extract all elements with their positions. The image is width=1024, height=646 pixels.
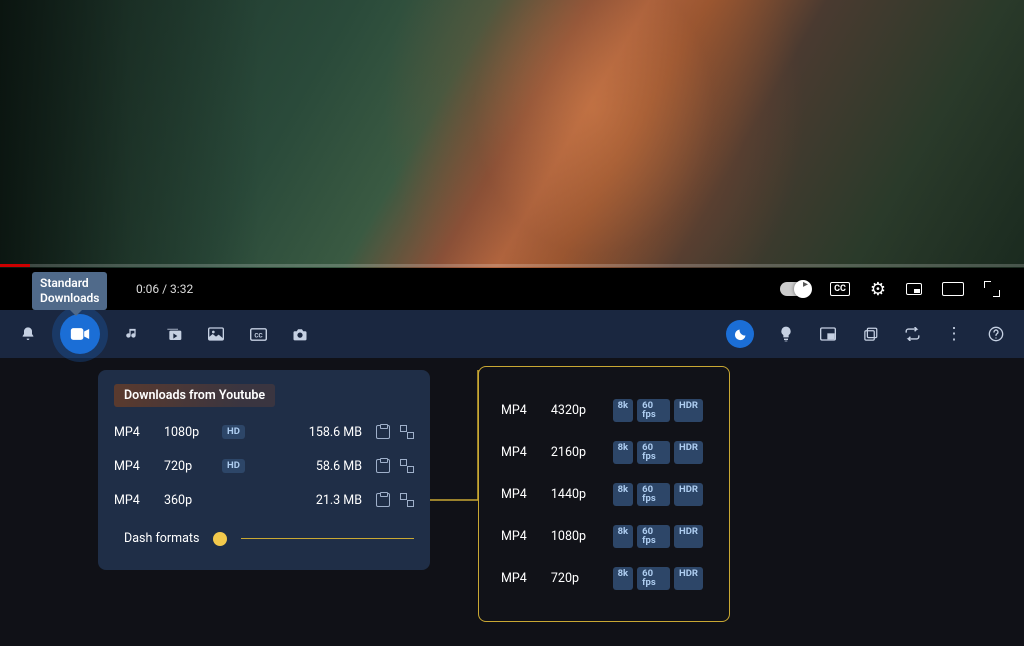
- resolution-label: 1080p: [164, 425, 222, 440]
- download-format-row[interactable]: MP4 720p HD 58.6 MB: [114, 449, 414, 483]
- format-label: MP4: [501, 571, 551, 586]
- standard-downloads-tooltip: StandardDownloads: [32, 272, 107, 310]
- hd-badge: HD: [222, 425, 245, 439]
- format-label: MP4: [501, 529, 551, 544]
- subtitles-icon[interactable]: CC: [248, 324, 268, 344]
- hdr-badge: HDR: [674, 525, 703, 548]
- resolution-label: 2160p: [551, 445, 605, 460]
- dash-format-row[interactable]: MP4 1440p 8k 60 fps HDR: [501, 473, 707, 515]
- window-icon[interactable]: [860, 324, 880, 344]
- dash-line: [241, 538, 414, 539]
- video-player-preview[interactable]: [0, 0, 1024, 274]
- fps-badge: 60 fps: [637, 399, 670, 422]
- hdr-badge: HDR: [674, 483, 703, 506]
- format-label: MP4: [114, 459, 164, 474]
- resolution-label: 360p: [164, 493, 222, 508]
- dash-formats-label: Dash formats: [124, 531, 199, 546]
- qr-icon[interactable]: [400, 425, 414, 439]
- download-format-row[interactable]: MP4 360p 21.3 MB: [114, 483, 414, 517]
- theater-mode-icon[interactable]: [942, 282, 964, 296]
- dash-format-row[interactable]: MP4 1080p 8k 60 fps HDR: [501, 515, 707, 557]
- hdr-badge: HDR: [674, 441, 703, 464]
- filesize-label: 58.6 MB: [288, 459, 362, 474]
- fps-badge: 60 fps: [637, 483, 670, 506]
- settings-gear-icon[interactable]: [870, 279, 886, 300]
- resolution-label: 720p: [551, 571, 605, 586]
- repeat-icon[interactable]: [902, 324, 922, 344]
- downloads-panel-title: Downloads from Youtube: [114, 384, 275, 407]
- resolution-label: 1080p: [551, 529, 605, 544]
- resolution-label: 4320p: [551, 403, 605, 418]
- qr-icon[interactable]: [400, 459, 414, 473]
- playlist-icon[interactable]: [164, 324, 184, 344]
- quality-badge: 8k: [613, 483, 634, 506]
- dash-formats-toggle[interactable]: Dash formats: [114, 531, 414, 546]
- dash-formats-panel: MP4 4320p 8k 60 fps HDR MP4 2160p 8k 60 …: [478, 366, 730, 622]
- qr-icon[interactable]: [400, 493, 414, 507]
- resolution-label: 720p: [164, 459, 222, 474]
- bell-icon[interactable]: [18, 324, 38, 344]
- format-label: MP4: [501, 487, 551, 502]
- hdr-badge: HDR: [674, 399, 703, 422]
- quality-badge: 8k: [613, 399, 634, 422]
- dash-format-row[interactable]: MP4 4320p 8k 60 fps HDR: [501, 389, 707, 431]
- clipboard-icon[interactable]: [376, 493, 390, 507]
- miniplayer-icon[interactable]: [906, 283, 922, 295]
- video-time-display: 0:06 / 3:32: [136, 282, 193, 296]
- fps-badge: 60 fps: [637, 441, 670, 464]
- format-label: MP4: [114, 425, 164, 440]
- pip-icon[interactable]: [818, 324, 838, 344]
- svg-text:CC: CC: [254, 331, 262, 339]
- resolution-label: 1440p: [551, 487, 605, 502]
- hd-badge: HD: [222, 459, 245, 473]
- format-label: MP4: [501, 403, 551, 418]
- dash-format-row[interactable]: MP4 2160p 8k 60 fps HDR: [501, 431, 707, 473]
- image-icon[interactable]: [206, 324, 226, 344]
- filesize-label: 21.3 MB: [288, 493, 362, 508]
- format-label: MP4: [114, 493, 164, 508]
- fps-badge: 60 fps: [637, 525, 670, 548]
- quality-badge: 8k: [613, 441, 634, 464]
- more-vertical-icon[interactable]: ⋮: [944, 324, 964, 344]
- quality-badge: 8k: [613, 525, 634, 548]
- lightbulb-icon[interactable]: [776, 324, 796, 344]
- dash-formats-knob-icon: [213, 532, 227, 546]
- clipboard-icon[interactable]: [376, 425, 390, 439]
- format-label: MP4: [501, 445, 551, 460]
- downloads-panel: Downloads from Youtube MP4 1080p HD 158.…: [98, 370, 430, 570]
- dash-format-row[interactable]: MP4 720p 8k 60 fps HDR: [501, 557, 707, 599]
- clipboard-icon[interactable]: [376, 459, 390, 473]
- audio-icon[interactable]: [122, 324, 142, 344]
- autoplay-toggle[interactable]: [780, 282, 810, 296]
- camera-icon[interactable]: [290, 324, 310, 344]
- fullscreen-icon[interactable]: [984, 281, 1000, 297]
- hdr-badge: HDR: [674, 567, 703, 590]
- fps-badge: 60 fps: [637, 567, 670, 590]
- extension-toolbar: CC ⋮: [0, 310, 1024, 358]
- dark-mode-button[interactable]: [726, 320, 754, 348]
- youtube-controls-bar: 0:06 / 3:32 CC: [0, 268, 1024, 310]
- download-format-row[interactable]: MP4 1080p HD 158.6 MB: [114, 415, 414, 449]
- quality-badge: 8k: [613, 567, 634, 590]
- filesize-label: 158.6 MB: [288, 425, 362, 440]
- video-progress-bar[interactable]: [0, 264, 1024, 267]
- help-icon[interactable]: [986, 324, 1006, 344]
- captions-button[interactable]: CC: [830, 282, 850, 296]
